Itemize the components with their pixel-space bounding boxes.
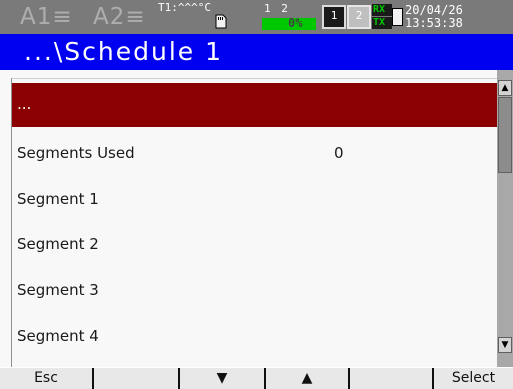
status-bar: A1≡ A2≡ T1:^^^°C 1 2 0% 1 2 RX TX 20/04/… [0,0,513,34]
comms-indicator: RX TX [372,4,392,30]
list-item-label: Segment 2 [17,235,99,253]
esc-button[interactable]: Esc [0,368,94,389]
up-button[interactable]: ▲ [266,368,350,389]
arrow-up-icon[interactable]: ▲ [498,80,512,96]
select-button[interactable]: Select [434,368,513,389]
time-text: 13:53:38 [405,16,463,30]
channel-2-label: 2 [355,9,363,22]
list-item-segments-used[interactable]: Segments Used 0 [12,130,497,174]
list-item-label: Segments Used [17,144,135,162]
channel-2-indicator: 2 [347,5,371,29]
channel-numbers: 1 2 [264,2,290,15]
list-item-label: Segment 1 [17,190,99,208]
list-item-back[interactable]: ... [12,83,497,127]
list-top-divider [12,78,497,79]
list-item-label: ... [17,95,32,113]
softkey-bar: Esc ▼ ▲ Select [0,367,513,389]
temperature-readout: T1:^^^°C [158,1,211,14]
sd-card-icon [215,14,227,29]
datetime: 20/04/26 13:53:38 [405,4,463,30]
list-item-segment-1[interactable]: Segment 1 [12,176,497,220]
list-item-segment-3[interactable]: Segment 3 [12,267,497,311]
segments-used-value: 0 [334,144,344,162]
arrow-down-icon[interactable]: ▼ [498,337,512,353]
channel-1-label: 1 [330,9,338,22]
softkey-2-button[interactable] [94,368,180,389]
list-item-label: Segment 4 [17,327,99,345]
memory-usage-percent: 0% [288,16,303,30]
alarm-1-indicator: A1≡ [20,4,73,30]
list-item-label: Segment 3 [17,281,99,299]
softkey-5-button[interactable] [350,368,434,389]
scrollbar[interactable]: ▲ ▼ [497,70,513,367]
rx-label: RX [372,4,392,16]
list-item-segment-4[interactable]: Segment 4 [12,313,497,357]
datetime-icon [392,8,403,26]
down-button[interactable]: ▼ [180,368,266,389]
alarm-2-indicator: A2≡ [93,4,146,30]
channel-1-indicator: 1 [322,5,346,29]
menu-list: ... Segments Used 0 Segment 1 Segment 2 … [0,70,497,367]
scrollbar-thumb[interactable] [498,97,512,173]
list-item-segment-2[interactable]: Segment 2 [12,221,497,265]
title-bar: ...\Schedule 1 [0,34,513,70]
page-title: ...\Schedule 1 [24,37,223,66]
tx-label: TX [372,17,392,29]
